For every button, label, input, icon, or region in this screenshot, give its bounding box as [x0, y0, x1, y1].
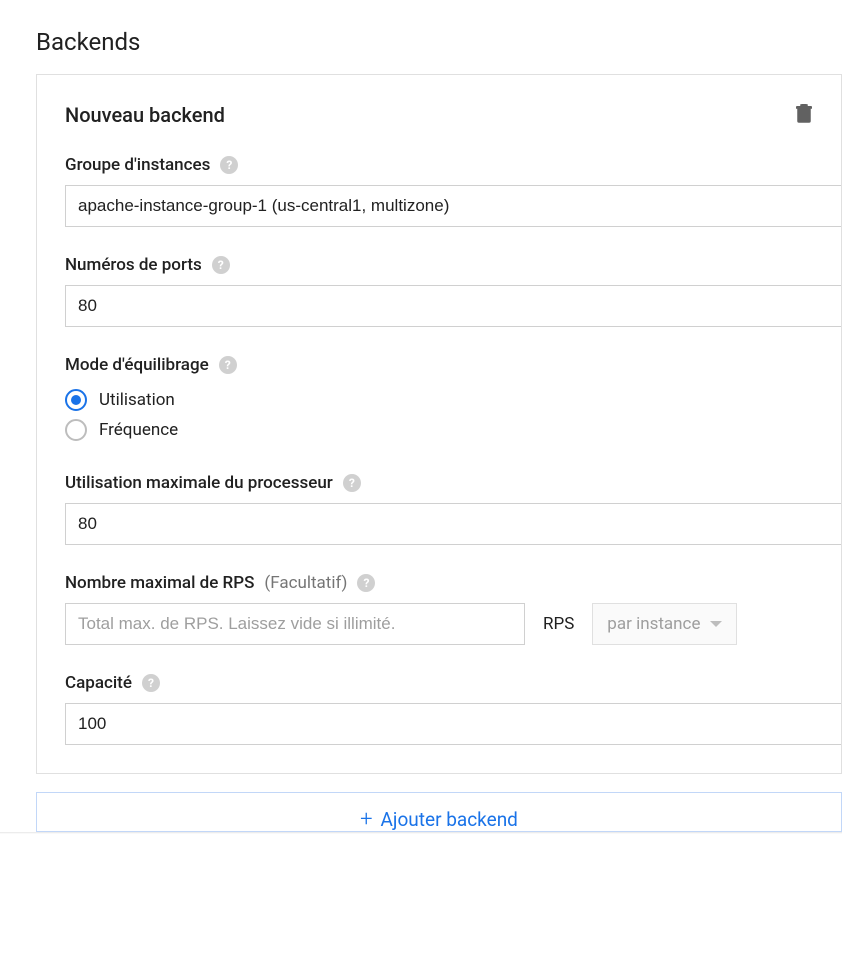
radio-utilization[interactable]: Utilisation — [65, 385, 841, 415]
label-text: Numéros de ports — [65, 255, 202, 275]
max-rps-label: Nombre maximal de RPS (Facultatif) ? — [65, 573, 841, 593]
plus-icon: + — [360, 807, 372, 832]
balancing-mode-label: Mode d'équilibrage ? — [65, 355, 841, 375]
select-value: par instance — [607, 614, 700, 634]
bottom-shadow — [0, 832, 842, 834]
radio-label: Utilisation — [99, 390, 175, 410]
field-balancing-mode: Mode d'équilibrage ? Utilisation Fréquen… — [65, 355, 841, 445]
field-capacity: Capacité ? — [65, 673, 841, 745]
radio-label: Fréquence — [99, 420, 178, 440]
label-text: Mode d'équilibrage — [65, 355, 209, 375]
page-title: Backends — [0, 0, 842, 74]
port-numbers-label: Numéros de ports ? — [65, 255, 841, 275]
help-icon[interactable]: ? — [343, 474, 361, 492]
capacity-label: Capacité ? — [65, 673, 841, 693]
radio-dot-icon — [71, 395, 81, 405]
radio-circle-icon — [65, 389, 87, 411]
label-text: Nombre maximal de RPS — [65, 573, 254, 593]
backend-panel: Nouveau backend Groupe d'instances ? Num… — [36, 74, 842, 774]
radio-rate[interactable]: Fréquence — [65, 415, 841, 445]
balancing-mode-radio-group: Utilisation Fréquence — [65, 385, 841, 445]
rps-per-select[interactable]: par instance — [592, 603, 737, 645]
help-icon[interactable]: ? — [142, 674, 160, 692]
label-text: Utilisation maximale du processeur — [65, 473, 333, 493]
field-max-cpu: Utilisation maximale du processeur ? — [65, 473, 841, 545]
label-text: Groupe d'instances — [65, 155, 210, 175]
label-text: Capacité — [65, 673, 132, 693]
rps-row: RPS par instance — [65, 603, 841, 645]
panel-title: Nouveau backend — [65, 103, 225, 127]
instance-group-input[interactable] — [65, 185, 841, 227]
field-max-rps: Nombre maximal de RPS (Facultatif) ? RPS… — [65, 573, 841, 645]
capacity-input[interactable] — [65, 703, 841, 745]
radio-circle-icon — [65, 419, 87, 441]
max-cpu-label: Utilisation maximale du processeur ? — [65, 473, 841, 493]
delete-icon[interactable] — [795, 103, 813, 127]
field-port-numbers: Numéros de ports ? — [65, 255, 841, 327]
help-icon[interactable]: ? — [219, 356, 237, 374]
help-icon[interactable]: ? — [212, 256, 230, 274]
help-icon[interactable]: ? — [357, 574, 375, 592]
max-rps-input[interactable] — [65, 603, 525, 645]
optional-text: (Facultatif) — [264, 573, 347, 593]
max-cpu-input[interactable] — [65, 503, 841, 545]
chevron-down-icon — [710, 621, 722, 627]
help-icon[interactable]: ? — [220, 156, 238, 174]
port-numbers-input[interactable] — [65, 285, 841, 327]
panel-header: Nouveau backend — [65, 103, 841, 127]
add-backend-button[interactable]: + Ajouter backend — [36, 792, 842, 832]
instance-group-label: Groupe d'instances ? — [65, 155, 841, 175]
field-instance-group: Groupe d'instances ? — [65, 155, 841, 227]
add-backend-label: Ajouter backend — [381, 808, 518, 831]
rps-unit-text: RPS — [543, 614, 574, 634]
